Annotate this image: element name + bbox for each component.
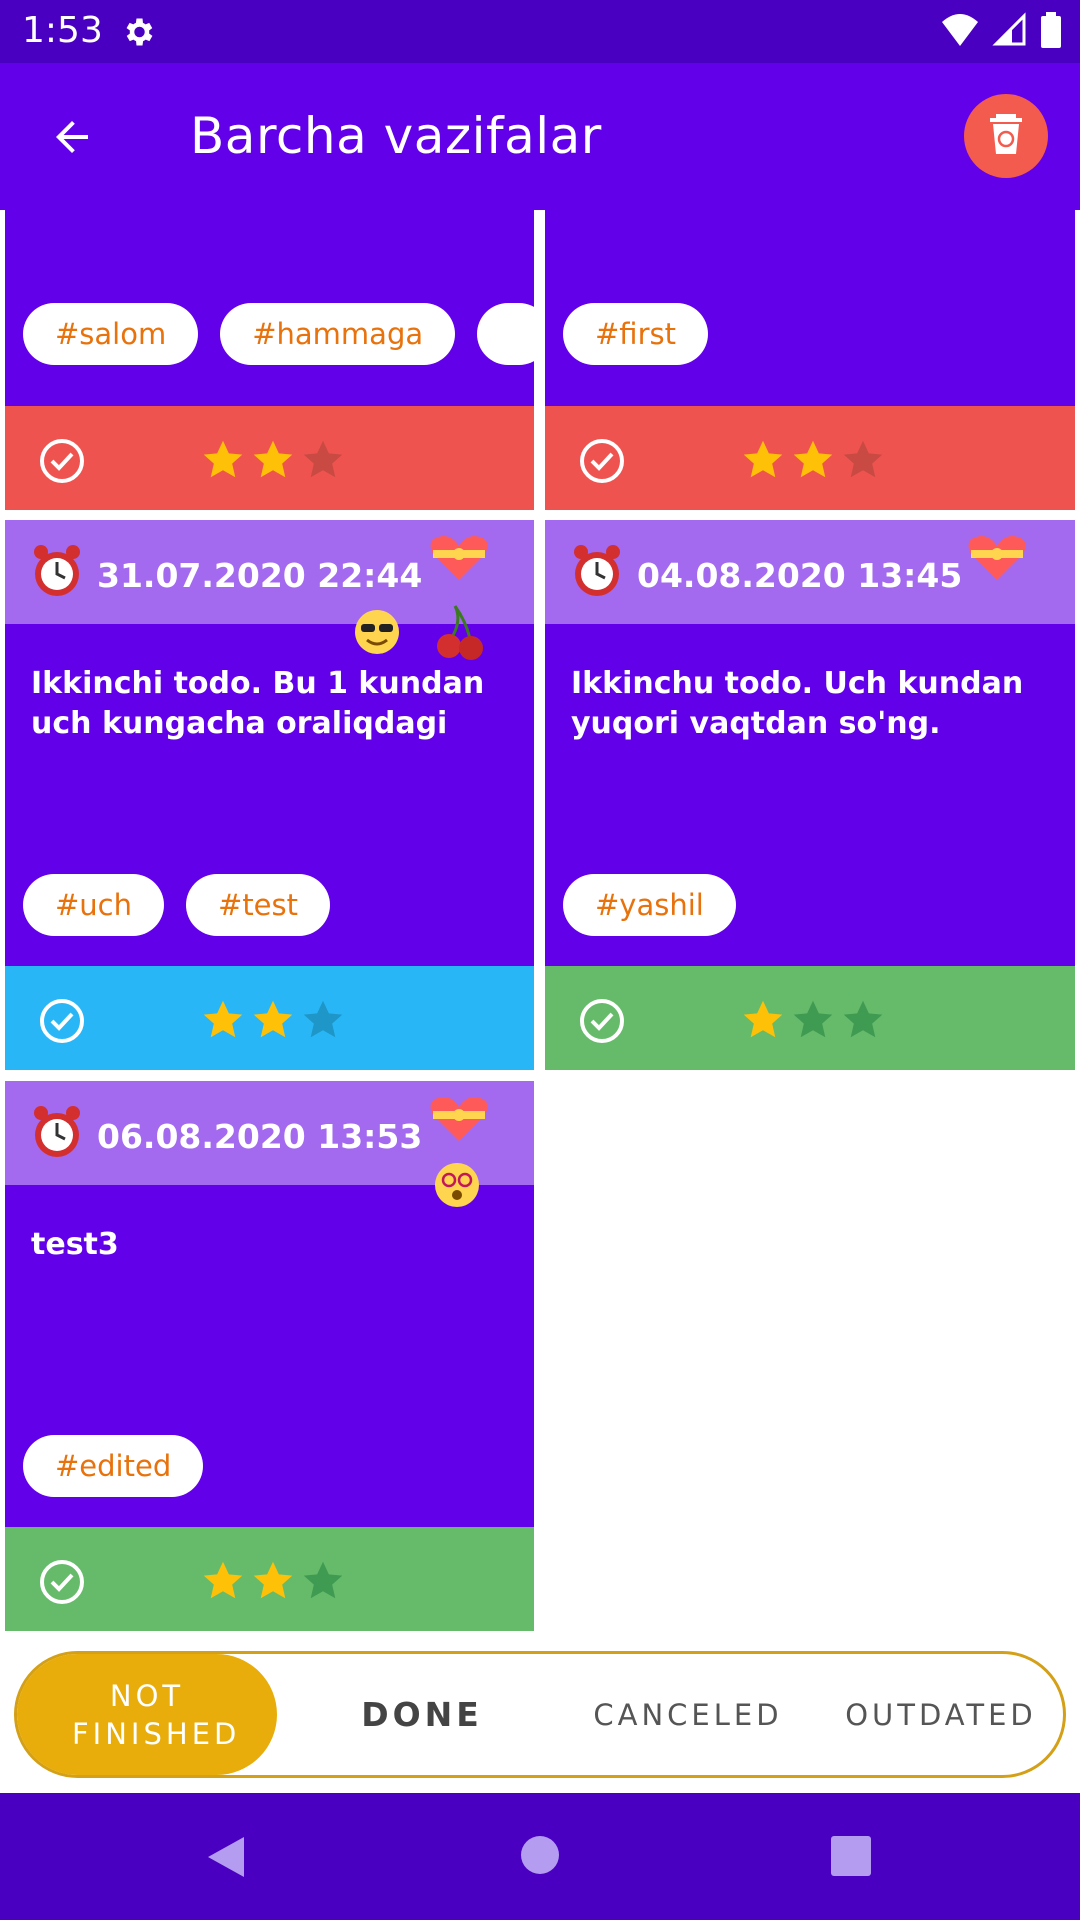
status-filter: NOT FINISHED DONE CANCELED OUTDATED [14, 1651, 1066, 1778]
tag-chip[interactable]: #yashil [563, 874, 736, 936]
rating-stars [201, 438, 345, 482]
card-description: Ikkinchi todo. Bu 1 kundan uch kungacha … [31, 666, 485, 741]
status-bar: 1:53 [0, 0, 1080, 63]
heart-gift-icon [967, 534, 1027, 587]
filter-label: NOT FINISHED [72, 1678, 241, 1751]
cherry-icon [433, 602, 485, 665]
card-header: 04.08.2020 13:45 [545, 520, 1075, 624]
filter-label: DONE [361, 1695, 483, 1734]
star-icon [743, 1000, 783, 1038]
signal-icon [992, 12, 1028, 53]
status-time: 1:53 [22, 10, 103, 51]
sunglasses-emoji-icon [353, 608, 401, 661]
card-date: 06.08.2020 13:53 [97, 1117, 423, 1156]
card-footer [5, 406, 534, 510]
dizzy-face-emoji-icon [433, 1161, 481, 1214]
filter-not-finished[interactable]: NOT FINISHED [17, 1654, 277, 1775]
check-circle-icon[interactable] [39, 1559, 85, 1610]
check-circle-icon[interactable] [39, 998, 85, 1049]
page-title: Barcha vazifalar [190, 107, 602, 165]
todo-card[interactable]: #salom #hammaga [5, 210, 534, 510]
gear-icon [120, 14, 156, 55]
star-icon [253, 1561, 293, 1599]
card-date: 31.07.2020 22:44 [97, 556, 423, 595]
tag-chip[interactable]: #hammaga [220, 303, 456, 365]
card-footer [5, 1527, 534, 1631]
filter-label: CANCELED [593, 1697, 783, 1732]
tag-chip[interactable]: #first [563, 303, 708, 365]
arrow-back-icon[interactable] [48, 113, 96, 166]
star-icon [253, 440, 293, 478]
tag-chip[interactable]: #test [186, 874, 331, 936]
card-date: 04.08.2020 13:45 [637, 556, 963, 595]
card-footer [5, 966, 534, 1070]
nav-recents-icon[interactable] [830, 1835, 872, 1882]
nav-home-icon[interactable] [520, 1835, 560, 1880]
todo-card[interactable]: 06.08.2020 13:53 test3 #edited [5, 1081, 534, 1631]
trash-icon [986, 112, 1026, 161]
todo-card[interactable]: #first [545, 210, 1075, 510]
check-circle-icon[interactable] [39, 438, 85, 489]
rating-stars [201, 1559, 345, 1603]
star-empty-icon [303, 1561, 343, 1599]
star-icon [203, 440, 243, 478]
star-icon [203, 1561, 243, 1599]
filter-outdated[interactable]: OUTDATED [819, 1654, 1063, 1775]
star-icon [253, 1000, 293, 1038]
heart-gift-icon [429, 1095, 489, 1148]
alarm-clock-icon [31, 1105, 83, 1166]
alarm-clock-icon [31, 544, 83, 605]
heart-gift-icon [429, 534, 489, 587]
system-nav-bar [0, 1793, 1080, 1920]
rating-stars [741, 438, 885, 482]
star-empty-icon [793, 1000, 833, 1038]
tag-list: #salom #hammaga [23, 303, 534, 365]
star-empty-icon [303, 440, 343, 478]
tag-chip[interactable]: #edited [23, 1435, 204, 1497]
filter-done[interactable]: DONE [287, 1654, 557, 1775]
tag-list: #uch #test [23, 874, 331, 936]
check-circle-icon[interactable] [579, 998, 625, 1049]
star-icon [743, 440, 783, 478]
delete-all-button[interactable] [964, 94, 1048, 178]
star-empty-icon [303, 1000, 343, 1038]
star-empty-icon [843, 1000, 883, 1038]
tag-list: #edited [23, 1435, 204, 1497]
wifi-icon [940, 12, 980, 53]
todo-card[interactable]: 04.08.2020 13:45 Ikkinchu todo. Uch kund… [545, 520, 1075, 1070]
card-description: Ikkinchu todo. Uch kundan yuqori vaqtdan… [571, 666, 1024, 741]
card-description: test3 [31, 1227, 119, 1262]
rating-stars [741, 998, 885, 1042]
rating-stars [201, 998, 345, 1042]
star-icon [793, 440, 833, 478]
app-bar: Barcha vazifalar [0, 63, 1080, 210]
tag-list: #yashil [563, 874, 736, 936]
todo-grid[interactable]: #salom #hammaga #first 31.07.2020 22:44 … [0, 210, 1080, 1650]
battery-icon [1040, 12, 1062, 53]
todo-card[interactable]: 31.07.2020 22:44 Ikkinchi todo. Bu 1 kun… [5, 520, 534, 1070]
tag-list: #first [563, 303, 708, 365]
nav-back-icon[interactable] [204, 1833, 248, 1886]
tag-chip[interactable]: #uch [23, 874, 165, 936]
tag-chip[interactable]: #salom [23, 303, 199, 365]
card-footer [545, 406, 1075, 510]
card-footer [545, 966, 1075, 1070]
alarm-clock-icon [571, 544, 623, 605]
star-empty-icon [843, 440, 883, 478]
check-circle-icon[interactable] [579, 438, 625, 489]
filter-label: OUTDATED [845, 1697, 1037, 1732]
filter-canceled[interactable]: CANCELED [557, 1654, 819, 1775]
star-icon [203, 1000, 243, 1038]
tag-chip-partial[interactable] [477, 303, 534, 365]
